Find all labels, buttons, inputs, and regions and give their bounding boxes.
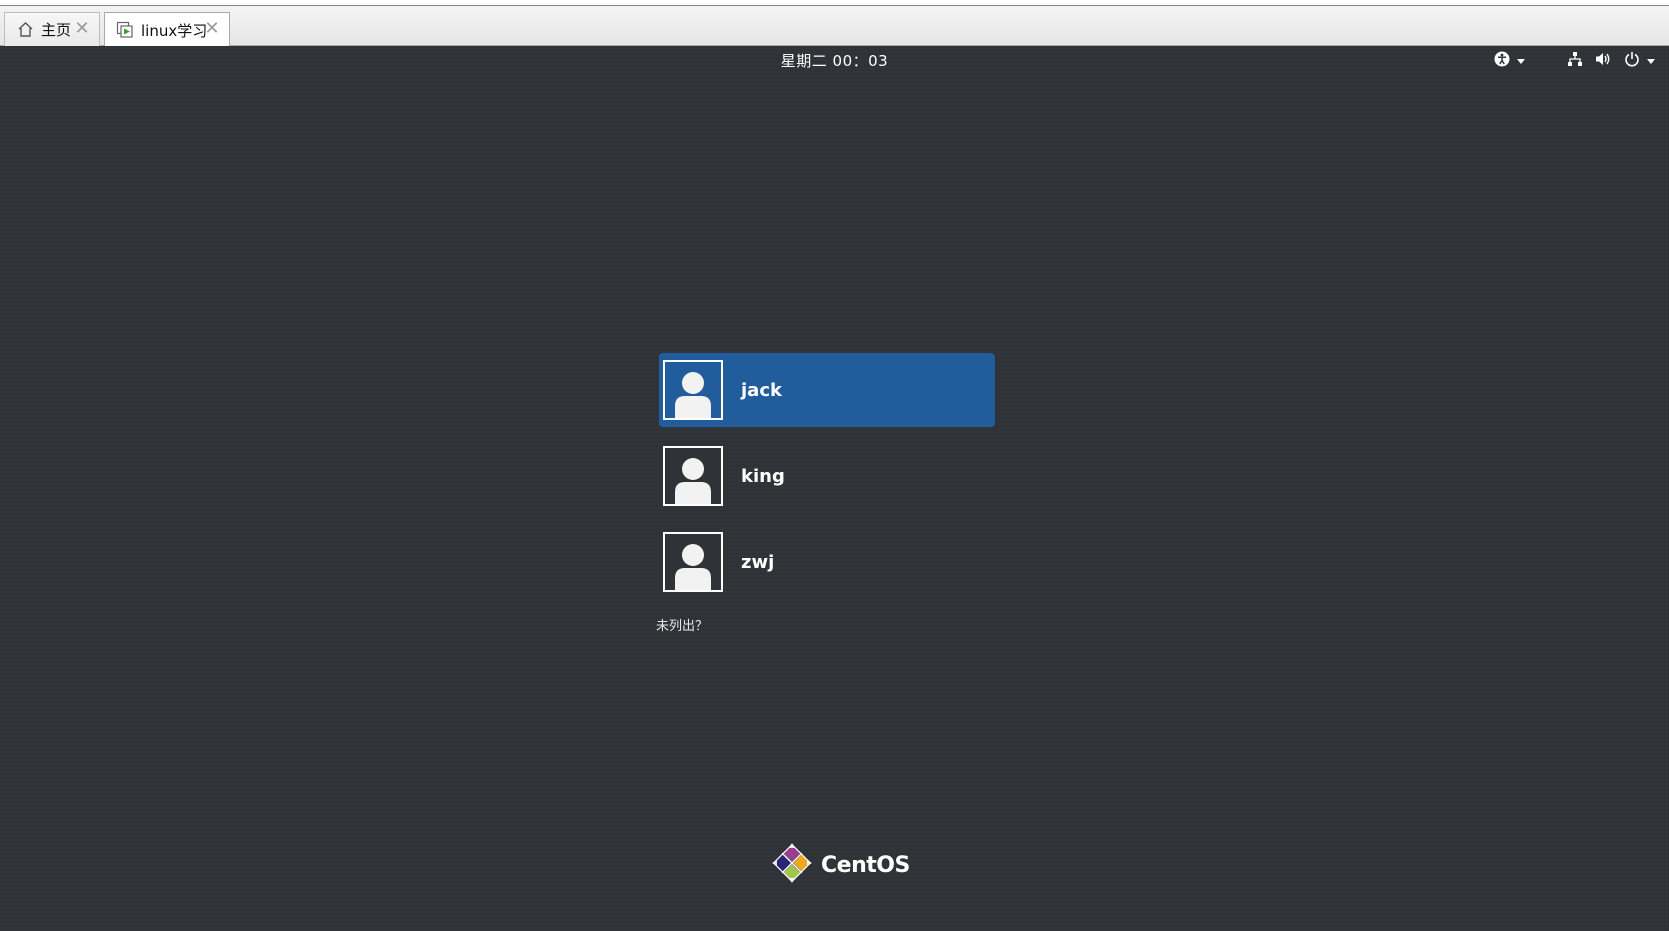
username-label: jack [741,379,782,401]
username-label: zwj [741,551,775,573]
user-item-jack[interactable]: jack [659,353,995,427]
vm-icon [115,20,135,40]
user-item-zwj[interactable]: zwj [659,525,995,599]
centos-wordmark: CentOS [821,852,910,878]
accessibility-icon [1494,51,1510,71]
network-icon [1567,51,1583,71]
centos-emblem-icon [771,842,813,888]
window-top-border [0,5,1669,6]
power-menu[interactable] [1624,51,1655,71]
vm-tab-strip: 主页 ✕ linux学习 ✕ [0,0,1669,47]
centos-logo: CentOS [771,842,910,888]
network-indicator[interactable] [1567,51,1583,71]
home-icon [15,20,35,40]
tab-linux-vm-label: linux学习 [141,21,208,40]
clock[interactable]: 星期二 00：03 [0,50,1669,71]
chevron-down-icon [1647,58,1655,64]
power-icon [1624,51,1640,71]
volume-indicator[interactable] [1595,51,1612,71]
tab-linux-vm[interactable]: linux学习 ✕ [104,12,230,47]
system-indicators[interactable] [1482,50,1655,72]
accessibility-menu[interactable] [1494,51,1525,71]
not-listed-link[interactable]: 未列出？ [656,615,708,634]
vm-guest-screen[interactable]: 星期二 00：03 jack king zwj 未列出？ CentOS [0,46,1669,931]
user-item-king[interactable]: king [659,439,995,513]
user-avatar-icon [663,360,723,420]
close-icon[interactable]: ✕ [73,20,91,38]
user-avatar-icon [663,532,723,592]
user-avatar-icon [663,446,723,506]
close-icon[interactable]: ✕ [203,20,221,38]
chevron-down-icon [1517,58,1525,64]
username-label: king [741,465,785,487]
user-list: jack king zwj [659,353,995,611]
tab-home-label: 主页 [41,21,72,39]
volume-icon [1595,51,1612,71]
tab-home[interactable]: 主页 ✕ [4,12,100,46]
